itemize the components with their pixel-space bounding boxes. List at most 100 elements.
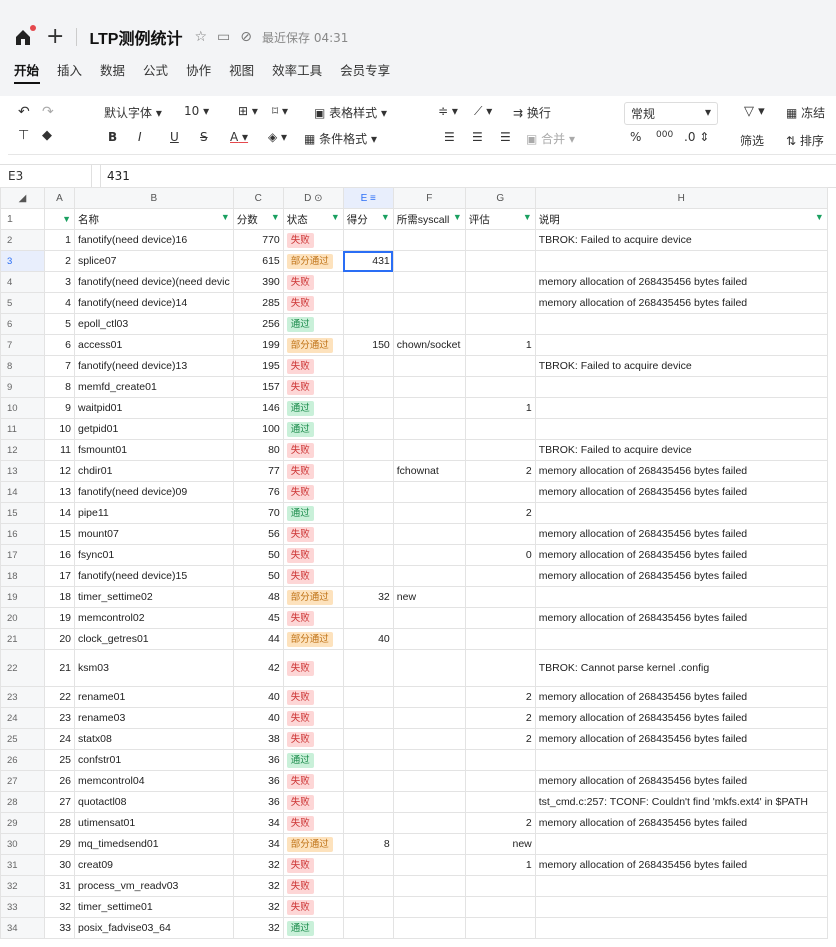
- cell-score[interactable]: 48: [232, 586, 284, 608]
- header-name[interactable]: 名称 ▼: [74, 208, 234, 230]
- cell-index[interactable]: 2: [44, 250, 75, 272]
- cell-syscall[interactable]: [392, 812, 466, 834]
- row-number[interactable]: 11: [0, 418, 45, 440]
- cell-index[interactable]: 30: [44, 854, 75, 876]
- cell-syscall[interactable]: [392, 833, 466, 855]
- cell-status[interactable]: 失败: [282, 292, 344, 314]
- cell-score[interactable]: 34: [232, 812, 284, 834]
- cell-eval[interactable]: 2: [464, 686, 536, 708]
- cell-note[interactable]: [534, 502, 828, 524]
- cell-name[interactable]: pipe11: [74, 502, 234, 524]
- cell-got[interactable]: [342, 749, 394, 771]
- cell-score[interactable]: 32: [232, 854, 284, 876]
- bold-button[interactable]: B: [108, 130, 117, 144]
- cell-note[interactable]: memory allocation of 268435456 bytes fai…: [534, 292, 828, 314]
- cell-syscall[interactable]: [392, 292, 466, 314]
- header-score[interactable]: 分数 ▼: [232, 208, 284, 230]
- undo-icon[interactable]: ↶: [18, 104, 30, 120]
- cell-got[interactable]: [342, 460, 394, 482]
- cell-index[interactable]: 8: [44, 376, 75, 398]
- cell-index[interactable]: 26: [44, 770, 75, 792]
- cell-status[interactable]: 部分通过: [282, 833, 344, 855]
- cell-name[interactable]: posix_fadvise03_64: [74, 917, 234, 939]
- cell-index[interactable]: 9: [44, 397, 75, 419]
- cell-index[interactable]: 25: [44, 749, 75, 771]
- cell-name[interactable]: waitpid01: [74, 397, 234, 419]
- cell-eval[interactable]: [464, 376, 536, 398]
- row-number[interactable]: 2: [0, 229, 45, 251]
- row-number[interactable]: 26: [0, 749, 45, 771]
- cell-note[interactable]: [534, 875, 828, 897]
- cell-eval[interactable]: 2: [464, 502, 536, 524]
- cell-eval[interactable]: [464, 271, 536, 293]
- cell-score[interactable]: 36: [232, 791, 284, 813]
- text-direction-button[interactable]: ⟋ ▾: [474, 104, 492, 119]
- header-note[interactable]: 说明 ▼: [534, 208, 828, 230]
- cell-status[interactable]: 部分通过: [282, 250, 344, 272]
- cell-eval[interactable]: [464, 565, 536, 587]
- cell-eval[interactable]: [464, 481, 536, 503]
- cell-status[interactable]: 通过: [282, 749, 344, 771]
- freeze-button[interactable]: ▦ 冻结: [786, 104, 825, 121]
- cell-index[interactable]: 20: [44, 628, 75, 650]
- row-number[interactable]: 32: [0, 875, 45, 897]
- column-header-e[interactable]: E ≡: [342, 187, 394, 209]
- cell-got[interactable]: [342, 875, 394, 897]
- cell-eval[interactable]: [464, 418, 536, 440]
- cell-score[interactable]: 390: [232, 271, 284, 293]
- cell-got[interactable]: [342, 502, 394, 524]
- cell-eval[interactable]: 2: [464, 812, 536, 834]
- cell-name[interactable]: fanotify(need device)09: [74, 481, 234, 503]
- cell-note[interactable]: memory allocation of 268435456 bytes fai…: [534, 481, 828, 503]
- cell-name[interactable]: fanotify(need device)14: [74, 292, 234, 314]
- cell-score[interactable]: 770: [232, 229, 284, 251]
- cell-name[interactable]: ksm03: [74, 649, 234, 687]
- column-header-a[interactable]: A: [44, 187, 75, 209]
- thousands-button[interactable]: 000: [656, 130, 673, 140]
- cell-name[interactable]: getpid01: [74, 418, 234, 440]
- cell-status[interactable]: 失败: [282, 565, 344, 587]
- cell-syscall[interactable]: [392, 770, 466, 792]
- cell-note[interactable]: [534, 628, 828, 650]
- cell-score[interactable]: 36: [232, 770, 284, 792]
- cell-note[interactable]: [534, 749, 828, 771]
- cell-eval[interactable]: 1: [464, 397, 536, 419]
- cell-note[interactable]: [534, 917, 828, 939]
- cell-status[interactable]: 通过: [282, 397, 344, 419]
- cell-eval[interactable]: [464, 749, 536, 771]
- cell-eval[interactable]: [464, 649, 536, 687]
- cell-note[interactable]: [534, 586, 828, 608]
- cell-name[interactable]: memcontrol04: [74, 770, 234, 792]
- cell-syscall[interactable]: [392, 313, 466, 335]
- row-number[interactable]: 21: [0, 628, 45, 650]
- cell-score[interactable]: 195: [232, 355, 284, 377]
- cell-note[interactable]: [534, 313, 828, 335]
- cell-index[interactable]: 24: [44, 728, 75, 750]
- cell-index[interactable]: 11: [44, 439, 75, 461]
- cell-syscall[interactable]: [392, 607, 466, 629]
- cell-name[interactable]: statx08: [74, 728, 234, 750]
- cell-name[interactable]: timer_settime02: [74, 586, 234, 608]
- cell-eval[interactable]: [464, 355, 536, 377]
- cell-syscall[interactable]: [392, 854, 466, 876]
- document-title[interactable]: LTP测例统计: [89, 25, 182, 49]
- row-number[interactable]: 29: [0, 812, 45, 834]
- cell-index[interactable]: 4: [44, 292, 75, 314]
- cell-got[interactable]: [342, 812, 394, 834]
- new-tab-button[interactable]: +: [46, 26, 64, 48]
- cell-eval[interactable]: 1: [464, 854, 536, 876]
- row-number[interactable]: 25: [0, 728, 45, 750]
- cell-got[interactable]: [342, 418, 394, 440]
- cell-name[interactable]: splice07: [74, 250, 234, 272]
- cell-name[interactable]: mount07: [74, 523, 234, 545]
- cell-score[interactable]: 32: [232, 917, 284, 939]
- cell-got[interactable]: [342, 523, 394, 545]
- cell-score[interactable]: 157: [232, 376, 284, 398]
- column-header-h[interactable]: H: [534, 187, 828, 209]
- cell-got[interactable]: 32: [342, 586, 394, 608]
- cell-got[interactable]: [342, 292, 394, 314]
- row-number[interactable]: 31: [0, 854, 45, 876]
- menu-tools[interactable]: 效率工具: [272, 60, 322, 79]
- font-color-button[interactable]: A ▾: [230, 130, 248, 144]
- cell-note[interactable]: [534, 418, 828, 440]
